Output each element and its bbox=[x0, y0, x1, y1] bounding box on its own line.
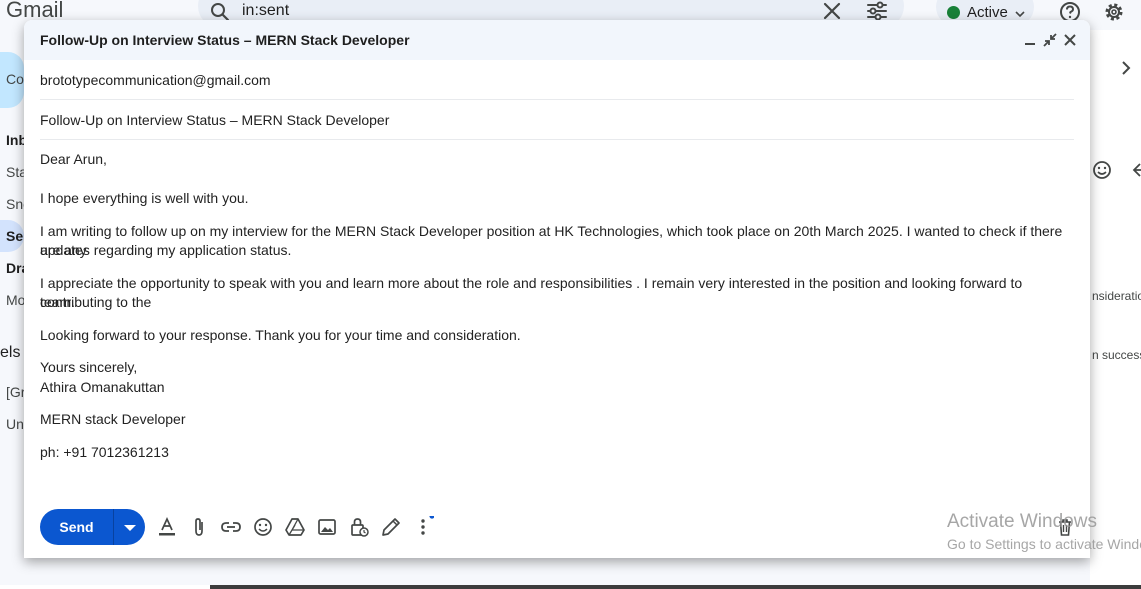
sidebar bbox=[0, 30, 24, 589]
emoji-icon[interactable] bbox=[252, 516, 274, 538]
signature-closing: Yours sincerely, bbox=[40, 359, 138, 375]
activate-windows-watermark: Activate Windows bbox=[947, 511, 1097, 532]
body-paragraph: team. bbox=[40, 294, 76, 310]
gear-icon[interactable] bbox=[1102, 0, 1126, 24]
signature-phone: ph: +91 7012361213 bbox=[40, 444, 169, 460]
body-paragraph: Looking forward to your response. Thank … bbox=[40, 327, 521, 343]
drive-icon[interactable] bbox=[284, 516, 306, 538]
compose-label[interactable]: Co bbox=[6, 71, 24, 87]
minimize-icon[interactable] bbox=[1022, 32, 1038, 48]
sidebar-label-item[interactable]: [Gr bbox=[6, 384, 25, 400]
labels-heading: els bbox=[0, 344, 21, 361]
status-label: Active bbox=[967, 4, 1008, 21]
close-icon[interactable] bbox=[1062, 32, 1078, 48]
signature-pen-icon[interactable] bbox=[380, 516, 402, 538]
more-options-icon[interactable] bbox=[412, 516, 434, 538]
compose-window: Follow-Up on Interview Status – MERN Sta… bbox=[24, 20, 1090, 558]
recipients-field[interactable]: brototypecommunication@gmail.com bbox=[40, 60, 1074, 100]
activate-windows-hint: Go to Settings to activate Windows. bbox=[947, 536, 1141, 552]
caret-down-icon bbox=[124, 525, 136, 531]
body-paragraph: I hope everything is well with you. bbox=[40, 190, 249, 206]
status-dot bbox=[947, 6, 960, 19]
chevron-right-icon[interactable] bbox=[1116, 58, 1136, 78]
reply-icon[interactable] bbox=[1128, 160, 1141, 180]
sidebar-item-more[interactable]: Mo bbox=[6, 292, 25, 308]
clear-search-icon[interactable] bbox=[822, 1, 842, 21]
emoji-icon[interactable] bbox=[1092, 160, 1112, 180]
link-icon[interactable] bbox=[220, 516, 242, 538]
exit-fullscreen-icon[interactable] bbox=[1042, 32, 1058, 48]
search-input[interactable]: in:sent bbox=[242, 2, 289, 20]
confidential-mode-icon[interactable] bbox=[348, 516, 370, 538]
signature-role: MERN stack Developer bbox=[40, 411, 186, 427]
signature-name: Athira Omanakuttan bbox=[40, 379, 165, 395]
body-greeting: Dear Arun, bbox=[40, 151, 107, 167]
taskbar-edge bbox=[0, 585, 210, 589]
send-button[interactable]: Send bbox=[40, 509, 113, 545]
subject-field[interactable]: Follow-Up on Interview Status – MERN Sta… bbox=[40, 100, 1074, 140]
mail-list-panel bbox=[1090, 30, 1141, 589]
compose-header[interactable]: Follow-Up on Interview Status – MERN Sta… bbox=[24, 20, 1090, 60]
sidebar-label-item[interactable]: Un bbox=[6, 416, 24, 432]
attach-icon[interactable] bbox=[188, 516, 210, 538]
body-paragraph: updates regarding my application status. bbox=[40, 242, 292, 258]
compose-title: Follow-Up on Interview Status – MERN Sta… bbox=[40, 32, 410, 48]
image-icon[interactable] bbox=[316, 516, 338, 538]
mail-snippet: n success bbox=[1092, 348, 1141, 362]
chevron-down-icon bbox=[1015, 6, 1025, 18]
send-options-button[interactable] bbox=[113, 509, 145, 545]
search-options-icon[interactable] bbox=[866, 0, 888, 22]
mail-snippet: nsideratio bbox=[1092, 289, 1141, 303]
formatting-options-icon[interactable] bbox=[156, 516, 178, 538]
